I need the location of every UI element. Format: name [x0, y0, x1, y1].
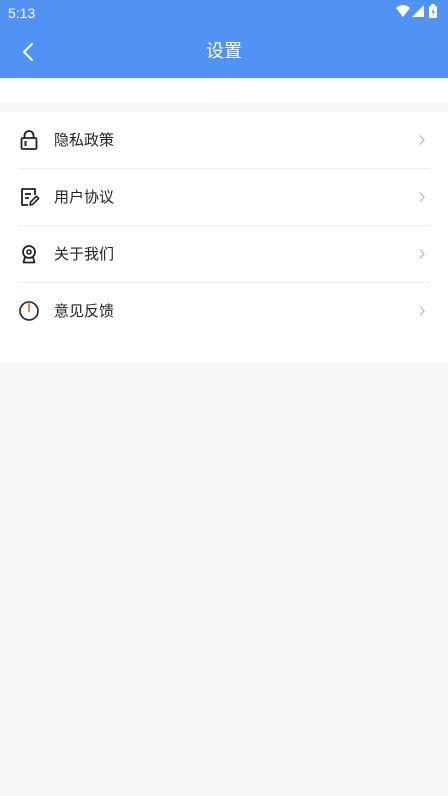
chevron-right-icon	[419, 249, 425, 259]
menu-item-label: 隐私政策	[54, 131, 115, 149]
cell-signal-icon	[412, 5, 424, 17]
chevron-right-icon	[419, 306, 425, 316]
status-bar: 5:13	[0, 0, 448, 26]
chevron-right-icon	[419, 135, 425, 145]
menu-item-user-agreement[interactable]: 用户协议	[0, 169, 448, 225]
settings-menu: 隐私政策 用户协议 关于我们 意见反馈	[0, 112, 448, 362]
status-time: 5:13	[8, 5, 36, 21]
app-bar: 5:13 设置	[0, 0, 448, 78]
chevron-right-icon	[419, 192, 425, 202]
menu-item-about-us[interactable]: 关于我们	[0, 226, 448, 282]
menu-item-label: 关于我们	[54, 245, 115, 263]
menu-item-feedback[interactable]: 意见反馈	[0, 283, 448, 339]
menu-item-label: 意见反馈	[54, 302, 115, 320]
wifi-icon	[396, 5, 410, 17]
menu-item-label: 用户协议	[54, 188, 115, 206]
menu-item-privacy-policy[interactable]: 隐私政策	[0, 112, 448, 168]
battery-icon	[429, 4, 437, 18]
info-badge-icon	[22, 245, 36, 264]
power-feedback-icon	[19, 301, 39, 321]
document-edit-icon	[21, 188, 40, 206]
lock-icon	[20, 130, 38, 150]
status-icons	[396, 4, 440, 20]
header-spacer	[0, 78, 448, 102]
page-title: 设置	[206, 41, 242, 62]
